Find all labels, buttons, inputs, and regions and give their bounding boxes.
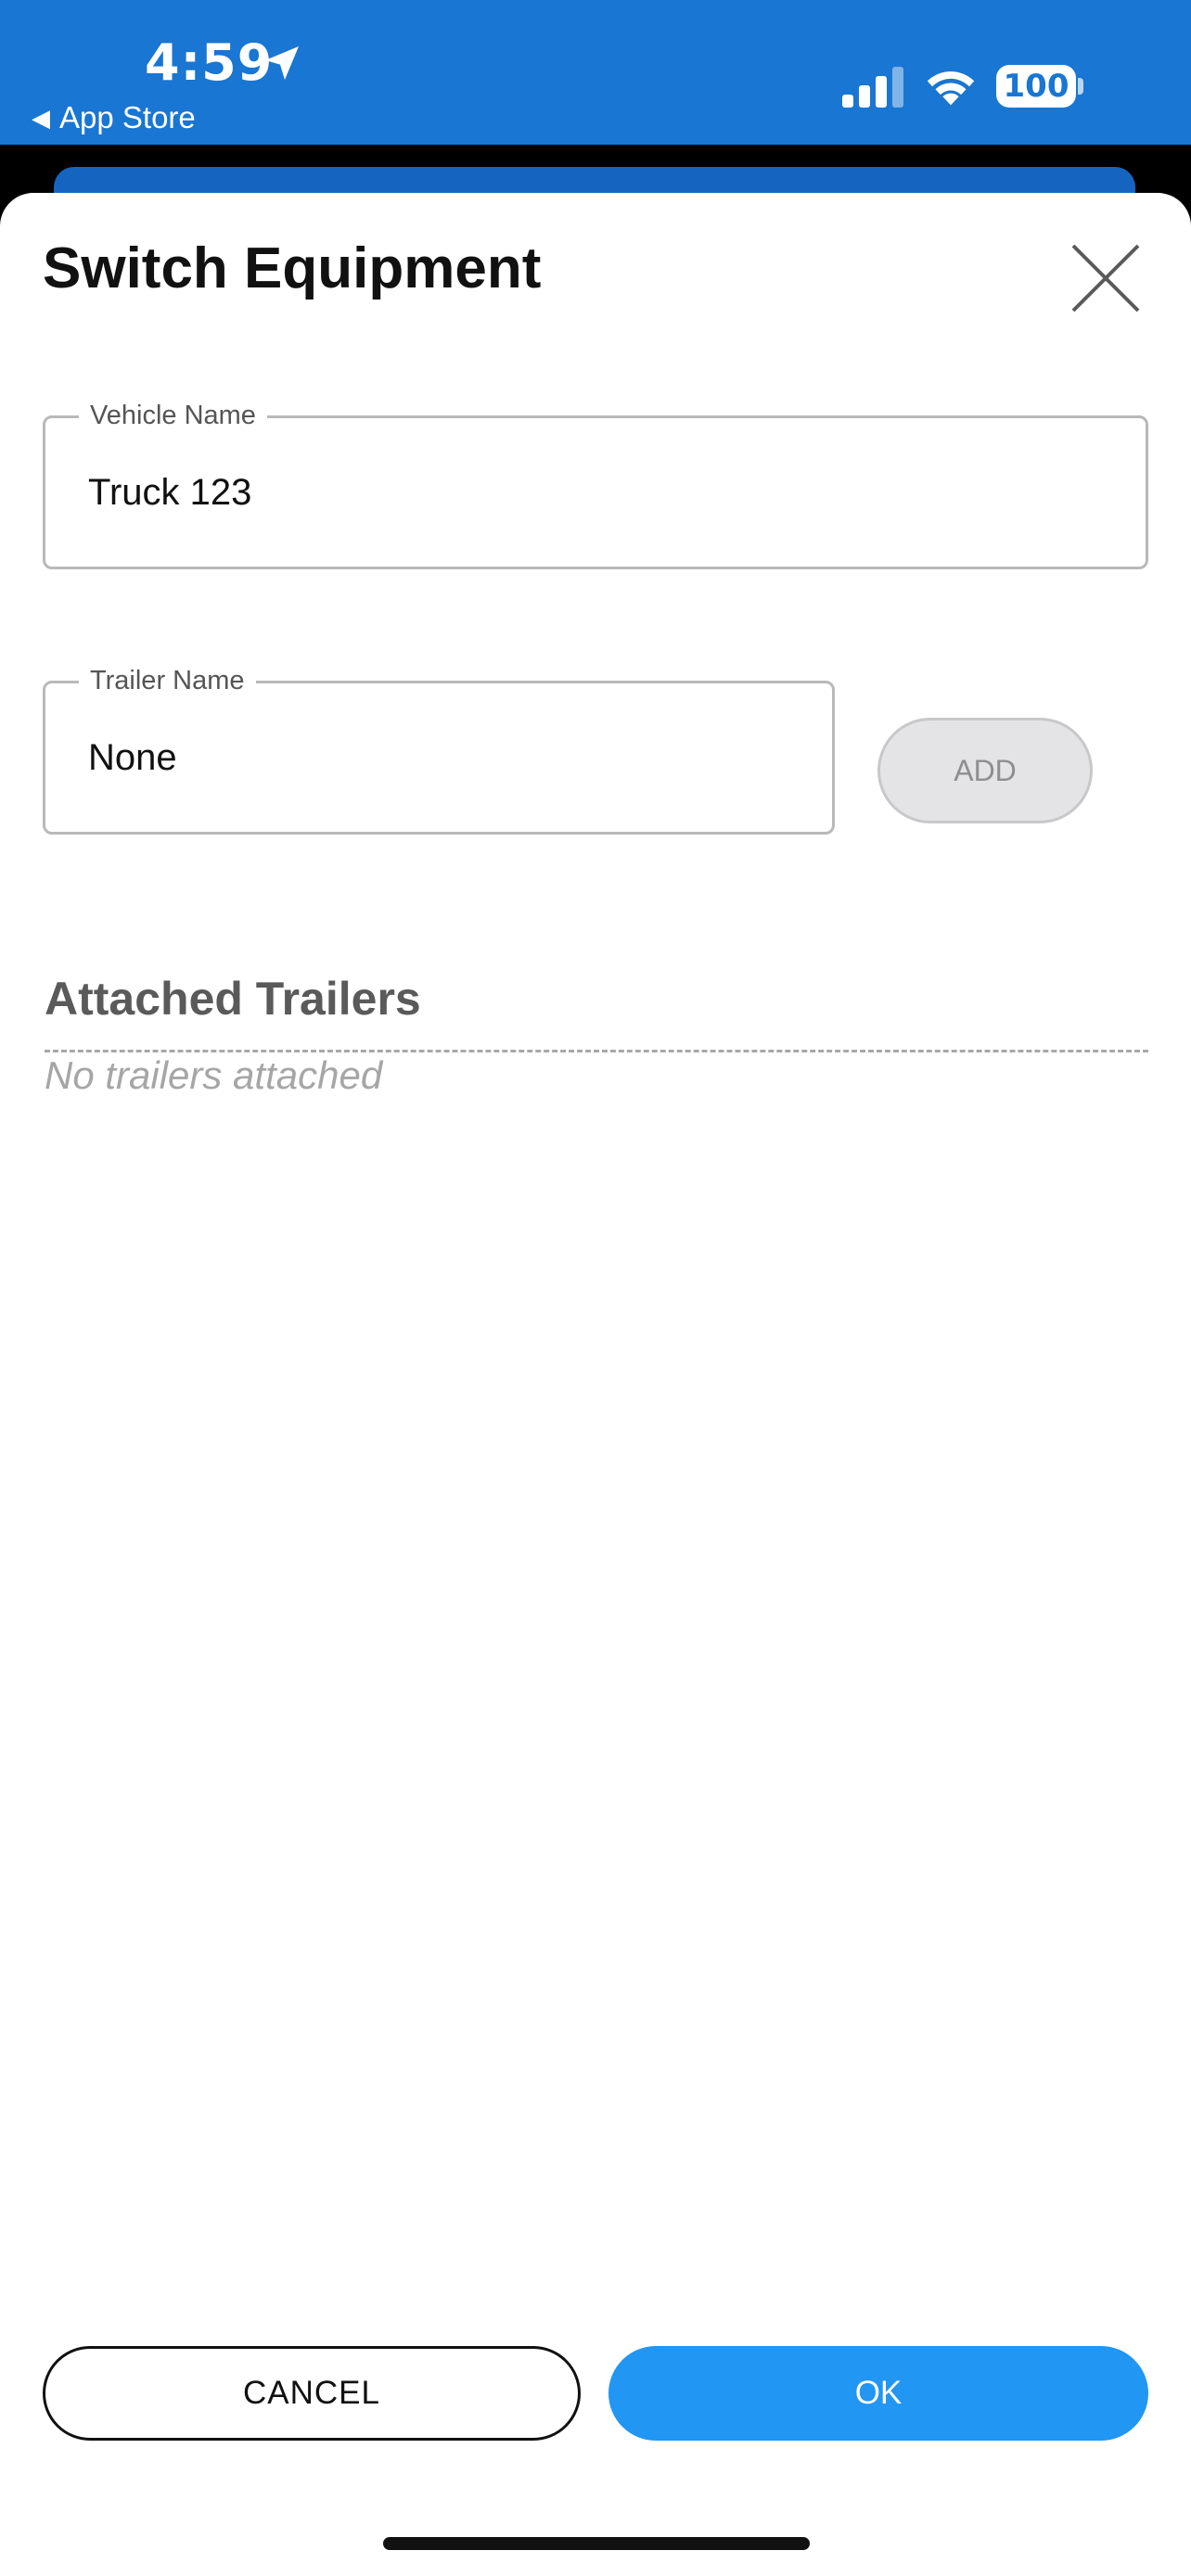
vehicle-name-value: Truck 123	[88, 471, 252, 513]
cancel-button[interactable]: CANCEL	[43, 2346, 581, 2441]
vehicle-name-field[interactable]: Vehicle Name Truck 123	[43, 400, 1148, 569]
back-app-label: App Store	[59, 100, 196, 134]
close-icon	[1071, 244, 1140, 312]
ok-button[interactable]: OK	[608, 2346, 1148, 2441]
battery-terminal	[1078, 78, 1083, 95]
trailer-name-value: None	[88, 736, 177, 778]
cellular-signal-icon	[842, 67, 903, 108]
attached-trailers-heading: Attached Trailers	[45, 973, 421, 1025]
back-triangle-icon: ◀	[32, 103, 50, 132]
status-bar: 4:59 ◀ App Store 100	[0, 0, 1191, 145]
close-button[interactable]	[1069, 241, 1143, 315]
location-arrow-icon	[265, 46, 299, 80]
add-trailer-button[interactable]: ADD	[877, 718, 1093, 823]
switch-equipment-sheet: Switch Equipment Vehicle Name Truck 123 …	[0, 193, 1191, 2576]
trailer-name-field[interactable]: Trailer Name None	[43, 665, 835, 835]
back-to-app-store-link[interactable]: ◀ App Store	[32, 100, 196, 135]
home-indicator	[383, 2537, 810, 2550]
sheet-title: Switch Equipment	[43, 236, 542, 300]
wifi-icon	[927, 71, 975, 106]
battery-icon: 100	[996, 65, 1076, 108]
status-time: 4:59	[145, 33, 274, 92]
section-divider	[45, 1050, 1148, 1052]
no-trailers-message: No trailers attached	[45, 1053, 383, 1097]
battery-level: 100	[1003, 68, 1069, 105]
